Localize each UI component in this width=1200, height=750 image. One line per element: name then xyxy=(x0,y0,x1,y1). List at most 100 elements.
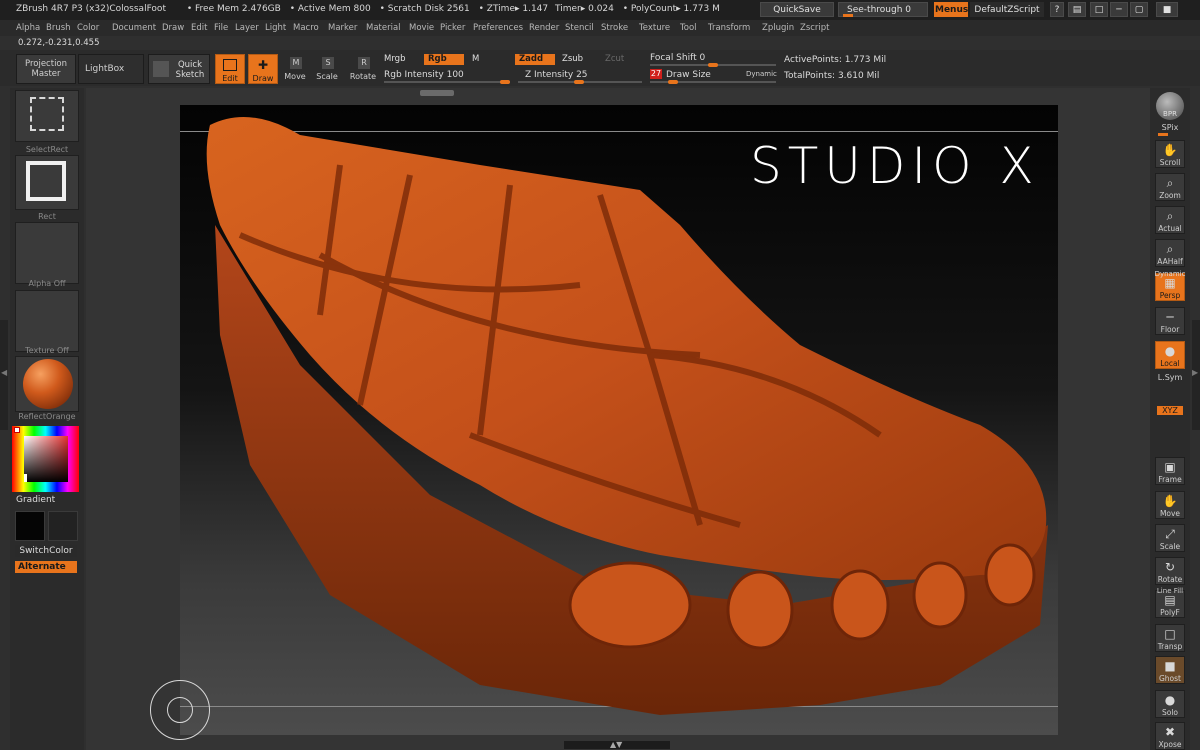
menu-item-edit[interactable]: Edit xyxy=(191,23,207,33)
scale-button[interactable]: S Scale xyxy=(314,54,340,84)
menu-item-stencil[interactable]: Stencil xyxy=(565,23,594,33)
menu-item-picker[interactable]: Picker xyxy=(440,23,465,33)
xyz-button[interactable]: XYZ xyxy=(1157,406,1183,415)
menu-item-brush[interactable]: Brush xyxy=(46,23,71,33)
left-arrow-icon[interactable]: ◀ xyxy=(1,368,7,377)
texture-slot[interactable] xyxy=(15,290,79,352)
rgb-toggle[interactable]: Rgb xyxy=(424,54,464,65)
aahalf-icon: ⌕ xyxy=(1166,242,1174,256)
projection-master-button[interactable]: Projection Master xyxy=(16,54,76,84)
see-through-slider[interactable]: See-through 0 xyxy=(838,2,928,17)
rgb-intensity-value: 100 xyxy=(446,70,464,80)
rgb-intensity-track[interactable] xyxy=(384,81,510,83)
draw-button[interactable]: ✚ Draw xyxy=(248,54,278,84)
actual-icon: ⌕ xyxy=(1166,209,1174,223)
menu-item-draw[interactable]: Draw xyxy=(162,23,184,33)
menu-item-document[interactable]: Document xyxy=(112,23,156,33)
rgb-intensity-label: Rgb Intensity xyxy=(384,70,444,80)
select-rect-button[interactable] xyxy=(15,90,79,142)
menu-item-tool[interactable]: Tool xyxy=(680,23,697,33)
menu-item-material[interactable]: Material xyxy=(366,23,401,33)
menu-item-movie[interactable]: Movie xyxy=(409,23,434,33)
m-toggle[interactable]: M xyxy=(468,54,483,65)
menu-item-alpha[interactable]: Alpha xyxy=(16,23,40,33)
focal-shift-knob[interactable] xyxy=(708,63,718,67)
rgb-intensity-knob[interactable] xyxy=(500,80,510,84)
default-zscript-button[interactable]: DefaultZScript xyxy=(970,2,1044,17)
menu-item-stroke[interactable]: Stroke xyxy=(601,23,628,33)
local-icon: ● xyxy=(1164,344,1176,358)
zsub-toggle[interactable]: Zsub xyxy=(558,54,587,65)
toggle-icon[interactable]: ▤ xyxy=(1068,2,1086,17)
menu-item-file[interactable]: File xyxy=(214,23,228,33)
menu-item-color[interactable]: Color xyxy=(77,23,99,33)
menu-item-marker[interactable]: Marker xyxy=(328,23,357,33)
right-arrow-icon[interactable]: ▶ xyxy=(1192,368,1198,377)
bpr-label: BPR xyxy=(1163,110,1177,118)
lock-icon[interactable]: ■ xyxy=(1156,2,1178,17)
navigation-gizmo[interactable] xyxy=(150,680,210,740)
floor-icon: ─ xyxy=(1166,310,1174,324)
main-color-swatch[interactable] xyxy=(15,511,45,541)
menu-item-macro[interactable]: Macro xyxy=(293,23,319,33)
bpr-button[interactable]: BPR xyxy=(1156,92,1184,120)
quick-sketch-button[interactable]: Quick Sketch xyxy=(148,54,210,84)
draw-size-knob[interactable] xyxy=(668,80,678,84)
zadd-toggle[interactable]: Zadd xyxy=(515,54,555,65)
focal-shift-slider[interactable]: Focal Shift 0 xyxy=(650,53,705,63)
ghost-label: Ghost xyxy=(1158,674,1181,683)
draw-size-label[interactable]: Draw Size xyxy=(666,70,711,80)
menu-item-preferences[interactable]: Preferences xyxy=(473,23,523,33)
menus-button[interactable]: Menus xyxy=(934,2,968,17)
gradient-label[interactable]: Gradient xyxy=(16,495,55,505)
bottom-scroll-handle[interactable]: ▲▼ xyxy=(564,740,670,749)
navigation-gizmo-inner xyxy=(167,697,193,723)
alternate-button[interactable]: Alternate xyxy=(15,561,77,573)
move-icon: ✋ xyxy=(1162,494,1178,508)
restore-icon[interactable]: □ xyxy=(1090,2,1108,17)
menu-item-layer[interactable]: Layer xyxy=(235,23,259,33)
z-intensity-slider[interactable]: Z Intensity 25 xyxy=(525,70,588,80)
menu-item-texture[interactable]: Texture xyxy=(639,23,670,33)
persp-icon: ▦ xyxy=(1164,276,1176,290)
menu-item-zplugin[interactable]: Zplugin xyxy=(762,23,794,33)
maximize-icon[interactable]: ▢ xyxy=(1130,2,1148,17)
secondary-color-swatch[interactable] xyxy=(48,511,78,541)
xpose-icon: ✖ xyxy=(1164,725,1176,739)
menu-item-zscript[interactable]: Zscript xyxy=(800,23,830,33)
expand-icon: ▲▼ xyxy=(610,740,623,749)
quicksave-button[interactable]: QuickSave xyxy=(760,2,834,17)
mrgb-toggle[interactable]: Mrgb xyxy=(380,54,409,65)
frame-label: Frame xyxy=(1158,475,1182,484)
z-intensity-knob[interactable] xyxy=(574,80,584,84)
lightbox-button[interactable]: LightBox xyxy=(78,54,144,84)
quick-sketch-label: Quick Sketch xyxy=(175,60,205,80)
menu-item-light[interactable]: Light xyxy=(265,23,286,33)
help-icon[interactable]: ? xyxy=(1050,2,1064,17)
quick-sketch-icon xyxy=(153,61,169,77)
edit-button[interactable]: Edit xyxy=(215,54,245,84)
rotate-button[interactable]: R Rotate xyxy=(348,54,378,84)
zcut-toggle[interactable]: Zcut xyxy=(601,54,628,65)
l-sym-button[interactable]: L.Sym xyxy=(1152,373,1188,382)
document-canvas[interactable]: STUDIO X xyxy=(180,105,1058,735)
material-slot[interactable] xyxy=(15,356,79,412)
rect-icon xyxy=(26,161,66,201)
move-button[interactable]: M Move xyxy=(282,54,308,84)
menu-item-render[interactable]: Render xyxy=(529,23,559,33)
spix-slider[interactable]: SPix xyxy=(1152,123,1188,132)
rotate-label: Rotate xyxy=(1157,575,1183,584)
switch-color-button[interactable]: SwitchColor xyxy=(15,545,77,557)
alpha-slot[interactable] xyxy=(15,222,79,284)
material-sphere-icon xyxy=(23,359,73,409)
dynamic-toggle[interactable]: Dynamic xyxy=(746,70,777,78)
move-icon: M xyxy=(290,57,302,69)
menu-item-transform[interactable]: Transform xyxy=(708,23,750,33)
top-scroll-handle[interactable] xyxy=(420,90,454,96)
spix-knob[interactable] xyxy=(1158,133,1168,136)
rect-button[interactable] xyxy=(15,155,79,210)
color-picker-square[interactable] xyxy=(24,436,68,482)
local-label: Local xyxy=(1160,359,1180,368)
rgb-intensity-slider[interactable]: Rgb Intensity 100 xyxy=(384,70,464,80)
minimize-icon[interactable]: ─ xyxy=(1110,2,1128,17)
